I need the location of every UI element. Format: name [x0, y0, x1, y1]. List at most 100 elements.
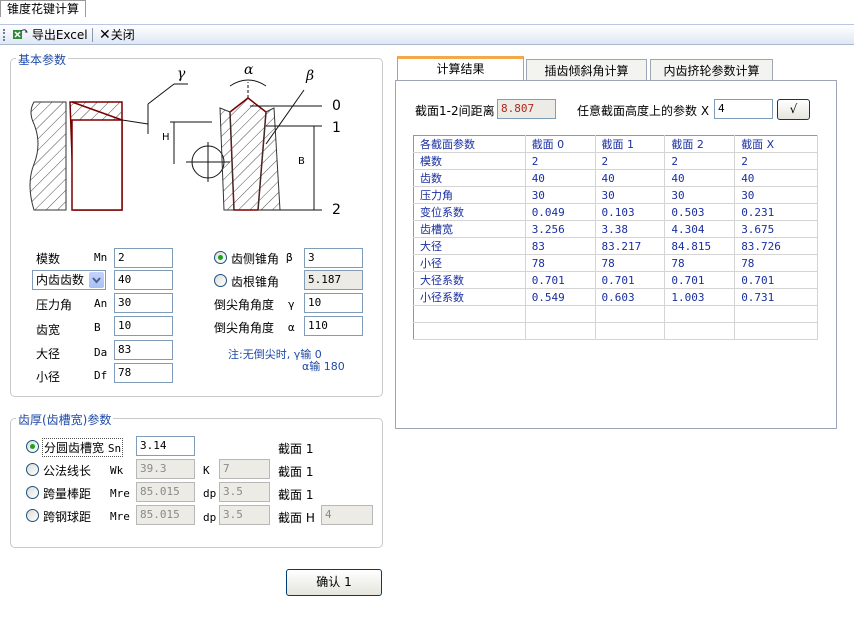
table-cell: 30 — [734, 186, 818, 204]
base-tangent-length-radio[interactable] — [26, 463, 39, 476]
tab-internal-extrusion[interactable]: 内齿挤轮参数计算 — [650, 59, 773, 82]
tab-results[interactable]: 计算结果 — [397, 56, 524, 82]
table-row — [413, 305, 818, 323]
tooth-side-taper-input[interactable]: 3 — [304, 248, 363, 268]
table-cell: 0.701 — [595, 271, 666, 289]
calculate-button[interactable]: √ — [777, 99, 810, 120]
toolbar-grip[interactable] — [3, 29, 5, 41]
table-row: 齿槽宽 3.256 3.38 4.304 3.675 — [413, 220, 818, 238]
section-1-label: 1 — [332, 120, 341, 136]
tooth-space-width-section-label: 截面 1 — [278, 442, 314, 456]
table-cell: 2 — [664, 152, 736, 170]
table-cell — [664, 322, 736, 340]
major-diameter-symbol: Da — [94, 346, 108, 359]
chamfer-angle-gamma-label: 倒尖角角度 — [214, 298, 275, 312]
tooth-type-select[interactable]: 内齿齿数 — [32, 270, 106, 290]
root-taper-radio[interactable] — [214, 274, 227, 287]
table-cell — [595, 305, 666, 323]
chamfer-note-line2: α输 180 — [302, 360, 345, 373]
table-cell: 2 — [734, 152, 818, 170]
chamfer-angle-alpha-symbol: α — [288, 321, 295, 334]
table-cell: 0.503 — [664, 203, 736, 221]
results-table: 各截面参数 截面 0 截面 1 截面 2 截面 X 模数 2 2 2 2 齿数 40 40 40 40 压力角… — [413, 135, 818, 340]
table-cell: 40 — [525, 169, 596, 187]
major-diameter-input[interactable]: 83 — [114, 340, 173, 360]
face-width-symbol: B — [94, 321, 101, 334]
row-label-cell: 小径系数 — [413, 288, 526, 306]
tooth-side-taper-radio[interactable] — [214, 251, 227, 264]
table-cell: 40 — [664, 169, 736, 187]
root-taper-input[interactable]: 5.187 — [304, 270, 363, 290]
row-label-cell: 齿槽宽 — [413, 220, 526, 238]
pin-diameter-input[interactable]: 3.5 — [219, 482, 270, 502]
base-tangent-length-input[interactable]: 39.3 — [136, 459, 195, 479]
export-excel-button[interactable]: 导出Excel — [10, 26, 88, 44]
confirm-button[interactable]: 确认 1 — [286, 569, 382, 596]
export-excel-icon — [13, 29, 28, 39]
section-h-input[interactable]: 4 — [321, 505, 373, 525]
chamfer-angle-alpha-input[interactable]: 110 — [304, 316, 363, 336]
close-button[interactable]: ✕关闭 — [97, 26, 135, 44]
pressure-angle-input[interactable]: 30 — [114, 293, 173, 313]
chamfer-angle-gamma-input[interactable]: 10 — [304, 293, 363, 313]
ball-diameter-label: dp — [203, 511, 217, 524]
close-label: 关闭 — [110, 28, 135, 42]
tooth-count-input[interactable]: 40 — [114, 270, 173, 290]
tooth-space-width-radio[interactable] — [26, 440, 39, 453]
tooth-space-width-input[interactable]: 3.14 — [136, 436, 195, 456]
row-label-cell — [413, 305, 526, 323]
table-row: 小径 78 78 78 78 — [413, 254, 818, 272]
tab-shaper-tilt[interactable]: 插齿倾斜角计算 — [526, 59, 647, 82]
section-distance-value: 8.807 — [497, 99, 556, 119]
table-cell: 0.731 — [734, 288, 818, 306]
row-label-cell: 小径 — [413, 254, 526, 272]
chevron-down-icon[interactable] — [89, 272, 104, 288]
ball-measurement-input[interactable]: 85.015 — [136, 505, 195, 525]
section-2-label: 2 — [332, 202, 341, 218]
row-label-cell: 大径 — [413, 237, 526, 255]
row-label-cell: 大径系数 — [413, 271, 526, 289]
face-width-input[interactable]: 10 — [114, 316, 173, 336]
span-count-label: K — [203, 464, 210, 477]
any-section-height-input[interactable]: 4 — [714, 99, 773, 119]
table-cell: 0.549 — [525, 288, 596, 306]
ball-diameter-input[interactable]: 3.5 — [219, 505, 270, 525]
ball-measurement-symbol: Mre — [110, 510, 130, 523]
pressure-angle-symbol: An — [94, 297, 108, 310]
tooth-side-taper-label: 齿侧锥角 — [231, 252, 280, 266]
minor-diameter-input[interactable]: 78 — [114, 363, 173, 383]
table-header-cell: 截面 1 — [595, 135, 666, 153]
thickness-params-title: 齿厚(齿槽宽)参数 — [16, 411, 114, 428]
module-input[interactable]: 2 — [114, 248, 173, 268]
table-cell: 0.701 — [664, 271, 736, 289]
pressure-angle-label: 压力角 — [36, 298, 73, 312]
table-header-cell: 截面 0 — [525, 135, 596, 153]
ball-measurement-radio[interactable] — [26, 509, 39, 522]
table-cell: 78 — [664, 254, 736, 272]
row-label-cell — [413, 322, 526, 340]
document-tab[interactable]: 锥度花键计算 — [0, 0, 87, 17]
table-cell: 3.675 — [734, 220, 818, 238]
row-label-cell: 齿数 — [413, 169, 526, 187]
export-excel-label: 导出Excel — [31, 28, 88, 42]
pin-measurement-section-label: 截面 1 — [278, 488, 314, 502]
toolbar-separator — [92, 28, 93, 42]
table-row: 模数 2 2 2 2 — [413, 152, 818, 170]
root-taper-label: 齿根锥角 — [231, 275, 280, 289]
table-cell: 30 — [664, 186, 736, 204]
table-row: 压力角 30 30 30 30 — [413, 186, 818, 204]
table-cell: 78 — [525, 254, 596, 272]
pin-measurement-radio[interactable] — [26, 486, 39, 499]
alpha-symbol: α — [244, 64, 254, 78]
table-cell: 83.217 — [595, 237, 666, 255]
span-count-input[interactable]: 7 — [219, 459, 270, 479]
table-cell: 84.815 — [664, 237, 736, 255]
table-cell: 0.049 — [525, 203, 596, 221]
table-cell: 40 — [734, 169, 818, 187]
minor-diameter-label: 小径 — [36, 370, 61, 384]
table-cell — [525, 322, 596, 340]
pin-measurement-input[interactable]: 85.015 — [136, 482, 195, 502]
table-cell — [525, 305, 596, 323]
table-row: 变位系数 0.049 0.103 0.503 0.231 — [413, 203, 818, 221]
table-cell: 4.304 — [664, 220, 736, 238]
